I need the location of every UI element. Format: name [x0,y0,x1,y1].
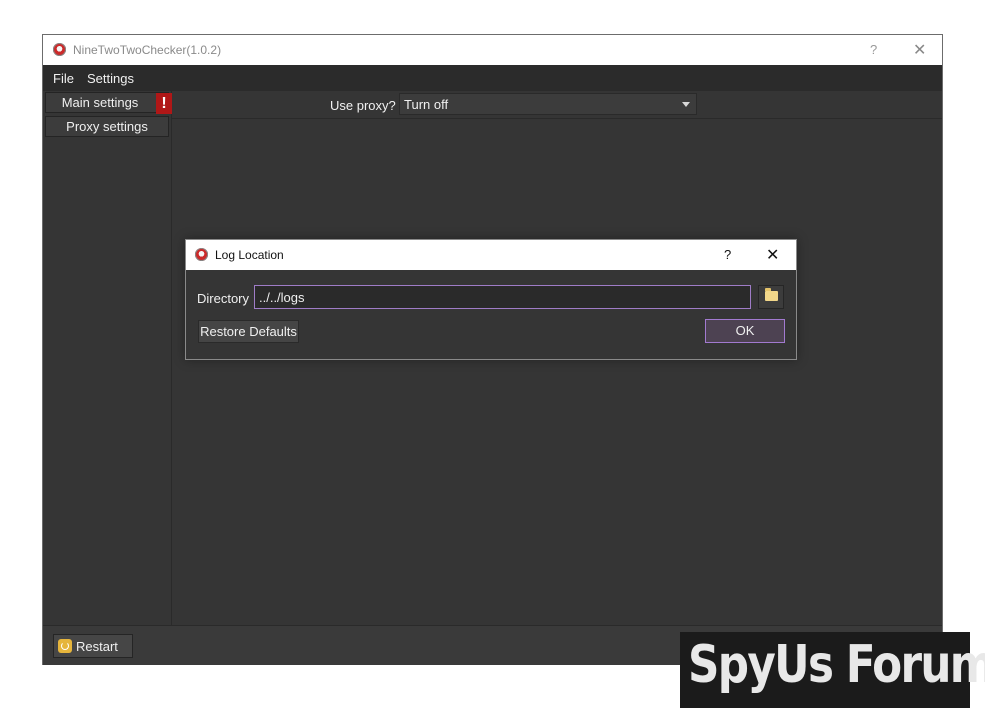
help-button[interactable]: ? [870,42,877,57]
browse-folder-button[interactable] [758,285,784,309]
watermark-text: SpyUs Forum [688,635,985,695]
window-title: NineTwoTwoChecker(1.0.2) [73,43,222,57]
menu-file[interactable]: File [53,69,74,88]
sidebar-item-main-settings[interactable]: Main settings ! [45,92,172,114]
sidebar-item-label: Proxy settings [66,119,148,134]
directory-label: Directory [197,291,250,306]
menu-settings[interactable]: Settings [87,69,134,88]
dropdown-value: Turn off [404,97,449,112]
sidebar-item-proxy-settings[interactable]: Proxy settings [45,116,169,137]
use-proxy-label: Use proxy? [330,98,396,113]
menu-bar: File Settings [43,65,942,91]
sidebar-item-label: Main settings [61,95,139,110]
chevron-down-icon [682,102,690,107]
restart-icon [58,639,72,653]
app-icon [53,43,66,56]
restart-button[interactable]: Restart [53,634,133,658]
ok-button[interactable]: OK [705,319,785,343]
help-button[interactable]: ? [724,247,731,262]
watermark-logo: SpyUs Forum [680,632,985,708]
directory-input[interactable] [254,285,751,309]
main-titlebar[interactable]: NineTwoTwoChecker(1.0.2) ? ✕ [43,35,942,65]
dialog-title: Log Location [215,248,284,262]
sidebar: Main settings ! Proxy settings [43,91,172,625]
restore-defaults-button[interactable]: Restore Defaults [198,320,299,343]
use-proxy-dropdown[interactable]: Turn off [399,93,697,115]
dialog-titlebar[interactable]: Log Location ? ✕ [186,240,796,270]
restart-label: Restart [76,639,118,654]
alert-icon: ! [156,93,172,114]
log-location-dialog: Log Location ? ✕ Directory Restore Defau… [185,239,797,360]
folder-icon [765,288,778,301]
proxy-row: Use proxy? Turn off [172,91,942,119]
close-button[interactable]: ✕ [766,245,779,265]
close-button[interactable]: ✕ [913,40,926,60]
app-icon [195,248,208,261]
